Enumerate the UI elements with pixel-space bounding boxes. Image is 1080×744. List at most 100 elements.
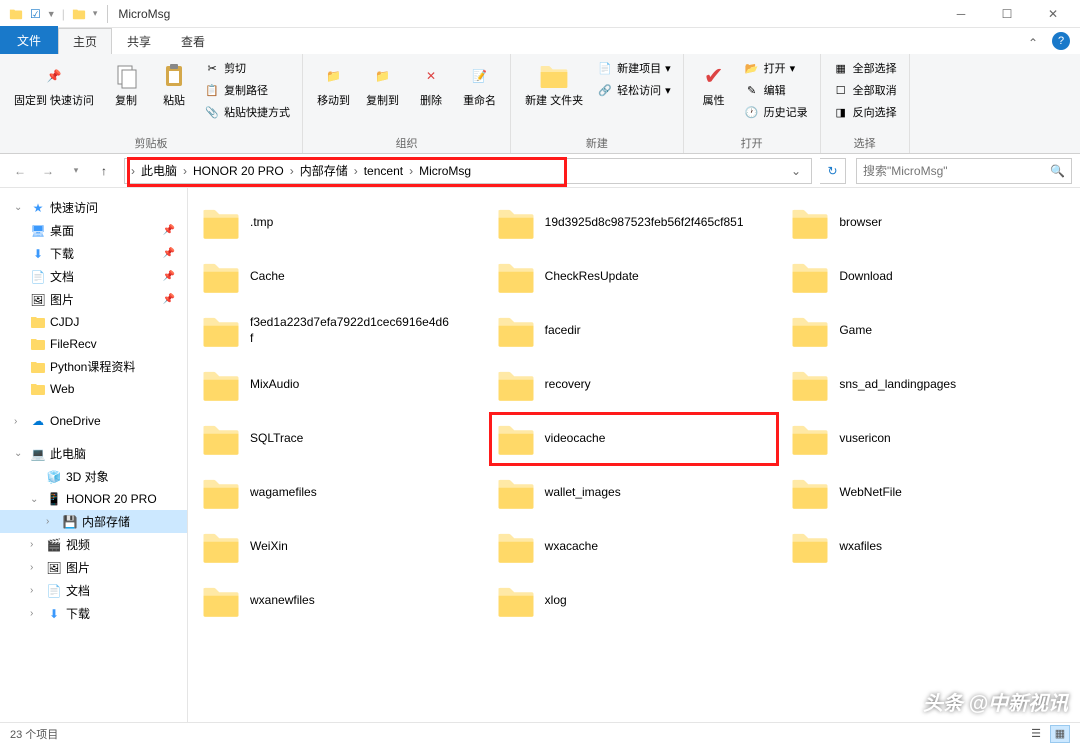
qat-dropdown[interactable]: ▼ (47, 9, 56, 19)
sidebar-documents2[interactable]: ›📄文档 (0, 579, 187, 602)
address-bar[interactable]: › 此电脑 › HONOR 20 PRO › 内部存储 › tencent › … (124, 158, 812, 184)
folder-item[interactable]: vusericon (785, 414, 1072, 464)
easyaccess-button[interactable]: 🔗轻松访问 ▾ (593, 80, 675, 100)
sidebar-filerecv[interactable]: FileRecv (0, 333, 187, 355)
sidebar[interactable]: ⌄★快速访问 🖥桌面📌 ⬇下载📌 📄文档📌 🖼图片📌 CJDJ FileRecv… (0, 188, 188, 722)
folder-item[interactable]: wxacache (491, 522, 778, 572)
folder-item[interactable]: videocache (491, 414, 778, 464)
newitem-button[interactable]: 📄新建项目 ▾ (593, 58, 675, 78)
nav-back-button[interactable]: ← (8, 159, 32, 183)
sidebar-honor[interactable]: ⌄📱HONOR 20 PRO (0, 488, 187, 510)
sidebar-thispc[interactable]: ⌄💻此电脑 (0, 442, 187, 465)
sidebar-documents[interactable]: 📄文档📌 (0, 265, 187, 288)
qat-dropdown-2[interactable]: ▾ (93, 8, 98, 19)
chevron-right-icon[interactable]: › (288, 164, 296, 178)
view-icons-button[interactable]: ▦ (1050, 725, 1070, 743)
folder-item[interactable]: wxanewfiles (196, 576, 483, 626)
folder-item[interactable]: CheckResUpdate (491, 252, 778, 302)
chevron-right-icon[interactable]: › (129, 164, 137, 178)
sidebar-desktop[interactable]: 🖥桌面📌 (0, 219, 187, 242)
folder-item[interactable]: facedir (491, 306, 778, 356)
folder-item[interactable]: recovery (491, 360, 778, 410)
chevron-right-icon[interactable]: › (352, 164, 360, 178)
folder-item[interactable]: sns_ad_landingpages (785, 360, 1072, 410)
sidebar-pictures[interactable]: 🖼图片📌 (0, 288, 187, 311)
sidebar-3dobjects[interactable]: 🧊3D 对象 (0, 465, 187, 488)
address-dropdown[interactable]: ⌄ (785, 164, 807, 178)
sidebar-downloads2[interactable]: ›⬇下载 (0, 602, 187, 625)
folder-item[interactable]: browser (785, 198, 1072, 248)
crumb-micromsg[interactable]: MicroMsg (415, 162, 475, 180)
search-box[interactable]: 🔍 (856, 158, 1072, 184)
tab-file[interactable]: 文件 (0, 26, 58, 54)
crumb-honor[interactable]: HONOR 20 PRO (189, 162, 288, 180)
sidebar-onedrive[interactable]: ›☁OneDrive (0, 410, 187, 432)
refresh-button[interactable]: ↻ (820, 158, 846, 184)
edit-button[interactable]: ✎编辑 (740, 80, 812, 100)
chevron-right-icon[interactable]: › (407, 164, 415, 178)
ribbon-group-new: 新建 文件夹 📄新建项目 ▾ 🔗轻松访问 ▾ 新建 (511, 54, 684, 153)
tab-view[interactable]: 查看 (166, 28, 220, 54)
nav-up-button[interactable]: ↑ (92, 159, 116, 183)
nav-recent-button[interactable]: ▾ (64, 159, 88, 183)
crumb-internal[interactable]: 内部存储 (296, 160, 352, 181)
rename-button[interactable]: 📝重命名 (457, 58, 502, 110)
selectall-button[interactable]: ▦全部选择 (829, 58, 901, 78)
sidebar-downloads[interactable]: ⬇下载📌 (0, 242, 187, 265)
minimize-button[interactable]: ─ (938, 0, 984, 28)
moveto-button[interactable]: 📁移动到 (311, 58, 356, 110)
folder-icon (200, 364, 242, 406)
help-button[interactable]: ? (1052, 32, 1070, 50)
maximize-button[interactable]: ☐ (984, 0, 1030, 28)
sidebar-quickaccess[interactable]: ⌄★快速访问 (0, 196, 187, 219)
sidebar-python[interactable]: Python课程资料 (0, 355, 187, 378)
folder-item[interactable]: WeiXin (196, 522, 483, 572)
folder-item[interactable]: Download (785, 252, 1072, 302)
folder-item[interactable]: .tmp (196, 198, 483, 248)
folder-item[interactable]: 19d3925d8c987523feb56f2f465cf851 (491, 198, 778, 248)
collapse-ribbon-button[interactable]: ⌃ (1018, 32, 1048, 54)
folder-item[interactable]: wallet_images (491, 468, 778, 518)
sidebar-pictures2[interactable]: ›🖼图片 (0, 556, 187, 579)
folder-item[interactable]: WebNetFile (785, 468, 1072, 518)
delete-button[interactable]: ✕删除 (409, 58, 453, 110)
history-button[interactable]: 🕐历史记录 (740, 102, 812, 122)
copypath-button[interactable]: 📋复制路径 (200, 80, 294, 100)
folder-item[interactable]: xlog (491, 576, 778, 626)
tab-share[interactable]: 共享 (112, 28, 166, 54)
open-button[interactable]: 📂打开 ▾ (740, 58, 812, 78)
content-pane[interactable]: .tmp19d3925d8c987523feb56f2f465cf851brow… (188, 188, 1080, 722)
folder-item[interactable]: SQLTrace (196, 414, 483, 464)
crumb-thispc[interactable]: 此电脑 (137, 160, 181, 181)
sidebar-videos[interactable]: ›🎬视频 (0, 533, 187, 556)
item-count: 23 个项目 (10, 726, 58, 742)
selectnone-button[interactable]: ☐全部取消 (829, 80, 901, 100)
copy-button[interactable]: 复制 (104, 58, 148, 110)
nav-forward-button[interactable]: → (36, 159, 60, 183)
view-details-button[interactable]: ☰ (1026, 725, 1046, 743)
search-input[interactable] (863, 164, 1050, 178)
paste-button[interactable]: 粘贴 (152, 58, 196, 110)
folder-item[interactable]: f3ed1a223d7efa7922d1cec6916e4d6f (196, 306, 483, 356)
sidebar-cjdj[interactable]: CJDJ (0, 311, 187, 333)
newfolder-button[interactable]: 新建 文件夹 (519, 58, 589, 110)
properties-button[interactable]: ✔属性 (692, 58, 736, 110)
qat-checkbox[interactable]: ☑ (30, 7, 41, 21)
search-icon[interactable]: 🔍 (1050, 164, 1065, 178)
crumb-tencent[interactable]: tencent (360, 162, 407, 180)
cut-button[interactable]: ✂剪切 (200, 58, 294, 78)
folder-item[interactable]: Cache (196, 252, 483, 302)
folder-item[interactable]: wagamefiles (196, 468, 483, 518)
chevron-right-icon[interactable]: › (181, 164, 189, 178)
folder-item[interactable]: MixAudio (196, 360, 483, 410)
pasteshortcut-button[interactable]: 📎粘贴快捷方式 (200, 102, 294, 122)
tab-home[interactable]: 主页 (58, 28, 112, 54)
folder-item[interactable]: wxafiles (785, 522, 1072, 572)
invert-button[interactable]: ◨反向选择 (829, 102, 901, 122)
sidebar-web[interactable]: Web (0, 378, 187, 400)
close-button[interactable]: ✕ (1030, 0, 1076, 28)
pin-quickaccess-button[interactable]: 📌 固定到 快速访问 (8, 58, 100, 110)
copyto-button[interactable]: 📁复制到 (360, 58, 405, 110)
folder-item[interactable]: Game (785, 306, 1072, 356)
sidebar-internal[interactable]: ›💾内部存储 (0, 510, 187, 533)
